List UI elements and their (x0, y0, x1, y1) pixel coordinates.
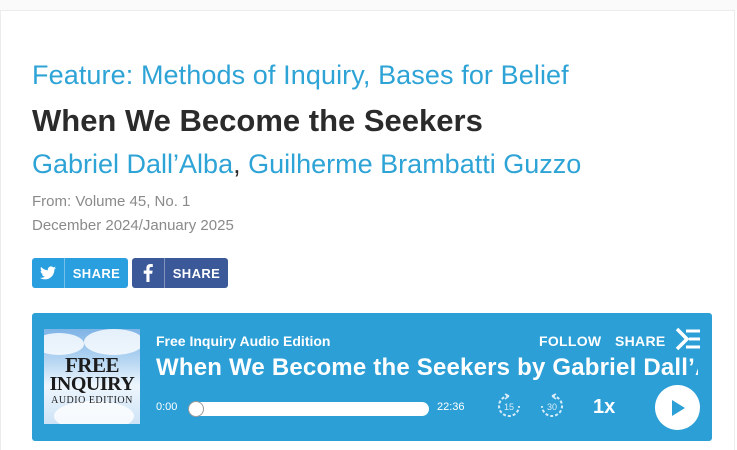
playback-speed-button[interactable]: 1x (593, 396, 615, 419)
twitter-share-button[interactable]: SHARE (32, 258, 128, 288)
feature-heading[interactable]: Feature: Methods of Inquiry, Bases for B… (32, 60, 569, 91)
facebook-share-button[interactable]: SHARE (132, 258, 228, 288)
twitter-share-label: SHARE (72, 265, 121, 281)
rewind-15-icon[interactable]: 15 (496, 393, 522, 419)
issue-date: December 2024/January 2025 (32, 217, 234, 234)
spreaker-logo-icon[interactable] (674, 326, 702, 354)
cover-title-line2: INQUIRY (49, 373, 135, 395)
facebook-share-label: SHARE (172, 265, 221, 281)
svg-text:30: 30 (547, 402, 557, 412)
podcast-cover-art: FREE INQUIRY AUDIO EDITION (44, 329, 140, 424)
top-strip (0, 0, 737, 10)
twitter-icon (32, 258, 65, 288)
cover-subtitle: AUDIO EDITION (51, 395, 133, 406)
elapsed-time: 0:00 (156, 401, 178, 413)
progress-bar[interactable] (188, 401, 429, 417)
play-button[interactable] (655, 385, 700, 430)
author-link[interactable]: Guilherme Brambatti Guzzo (248, 149, 581, 179)
player-share-button[interactable]: SHARE (615, 333, 666, 349)
forward-30-icon[interactable]: 30 (539, 393, 565, 419)
total-duration: 22:36 (437, 401, 465, 413)
episode-title: When We Become the Seekers by Gabriel Da… (156, 354, 698, 381)
svg-text:15: 15 (504, 402, 514, 412)
facebook-icon (132, 258, 165, 288)
audio-player: FREE INQUIRY AUDIO EDITION Free Inquiry … (32, 313, 712, 441)
podcast-source-name[interactable]: Free Inquiry Audio Edition (156, 333, 330, 349)
author-link[interactable]: Gabriel Dall’Alba (32, 149, 233, 179)
author-separator: , (233, 149, 241, 179)
author-list: Gabriel Dall’Alba, Guilherme Brambatti G… (32, 149, 581, 180)
progress-handle[interactable] (188, 401, 204, 417)
issue-volume: From: Volume 45, No. 1 (32, 193, 191, 210)
play-icon (671, 399, 685, 416)
follow-button[interactable]: FOLLOW (539, 333, 601, 349)
article-title: When We Become the Seekers (32, 103, 483, 138)
